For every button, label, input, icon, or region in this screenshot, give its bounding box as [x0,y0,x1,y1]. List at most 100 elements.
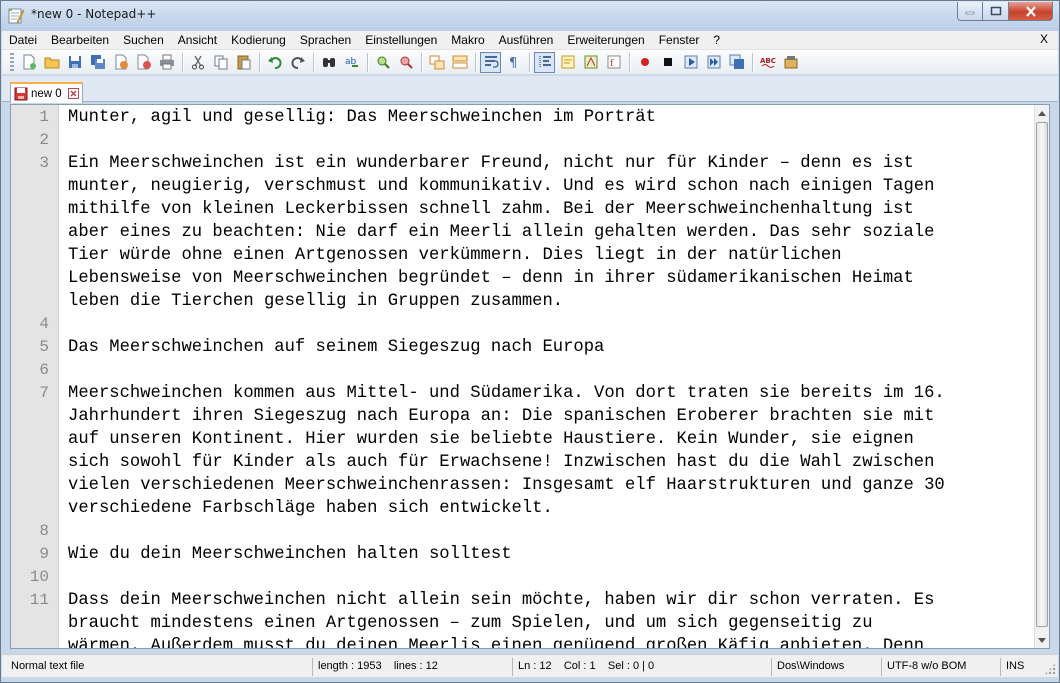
open-file-button[interactable] [41,52,62,73]
text-line[interactable]: aber eines zu beachten: Nie darf ein Mee… [59,221,1036,244]
cut-button[interactable] [187,52,208,73]
tab-new-0[interactable]: new 0 [10,82,83,103]
line-number: 3 [39,154,49,172]
scrollbar-thumb[interactable] [1036,122,1048,627]
line-number [11,428,58,451]
scroll-up-arrow[interactable] [1035,105,1049,121]
text-line[interactable] [59,520,1036,543]
menu-datei[interactable]: Datei [9,33,44,47]
plugin-icon [784,56,797,69]
sync-horizontal-button[interactable] [449,52,470,73]
print-button[interactable] [156,52,177,73]
tab-close-button[interactable] [67,88,79,99]
text-line[interactable]: Jahrhundert ihren Siegeszug nach Europa … [59,405,1036,428]
zoom-in-button[interactable] [372,52,393,73]
menu-kodierung[interactable]: Kodierung [224,33,293,47]
text-content[interactable]: Munter, agil und gesellig: Das Meerschwe… [59,105,1036,648]
line-number [11,635,58,648]
maximize-button[interactable] [983,2,1009,21]
text-line[interactable]: leben die Tierchen gesellig in Gruppen z… [59,290,1036,313]
line-number: 6 [39,361,49,379]
text-line[interactable]: Ein Meerschweinchen ist ein wunderbarer … [59,152,1036,175]
text-line[interactable] [59,129,1036,152]
menu-suchen[interactable]: Suchen [116,33,171,47]
function-list-button[interactable]: f [603,52,624,73]
line-number: 2 [39,131,49,149]
undo-icon [267,57,282,69]
text-line[interactable]: sich sowohl für Kinder als auch für Erwa… [59,451,1036,474]
text-line[interactable]: munter, neugierig, verschmust und kommun… [59,175,1036,198]
run-macro-multiple-button[interactable] [703,52,724,73]
close-document-button[interactable]: X [1040,32,1048,46]
text-line[interactable]: Dass dein Meerschweinchen nicht allein s… [59,589,1036,612]
menu-ansicht[interactable]: Ansicht [171,33,224,47]
text-line[interactable]: vielen verschiedenen Meerschweinchenrass… [59,474,1036,497]
word-wrap-button[interactable] [480,51,501,73]
save-button[interactable] [64,52,85,73]
text-line[interactable]: auf unseren Kontinent. Hier wurden sie b… [59,428,1036,451]
line-number: 5 [39,338,49,356]
text-line[interactable] [59,566,1036,589]
text-line[interactable]: wärmen. Außerdem musst du deinen Meerlis… [59,635,1036,648]
title-bar[interactable]: *new 0 - Notepad++ [1,1,1059,31]
new-file-button[interactable] [18,52,39,73]
menu-bearbeiten[interactable]: Bearbeiten [44,33,116,47]
menu-sprachen[interactable]: Sprachen [293,33,358,47]
chevron-down-icon [1038,637,1046,643]
line-number [11,405,58,428]
line-number: 11 [29,591,49,609]
plugin-button[interactable] [780,52,801,73]
find-button[interactable] [318,52,339,73]
scroll-down-arrow[interactable] [1035,632,1049,648]
indent-guide-button[interactable] [534,51,555,73]
copy-button[interactable] [210,52,231,73]
line-number: 10 [29,568,49,586]
close-file-button[interactable] [110,52,131,73]
menu-einstellungen[interactable]: Einstellungen [358,33,444,47]
save-macro-button[interactable] [726,52,747,73]
text-line[interactable]: verschiedene Farbschläge haben sich entw… [59,497,1036,520]
text-line[interactable]: Meerschweinchen kommen aus Mittel- und S… [59,382,1036,405]
close-all-button[interactable] [133,52,154,73]
notepad-plus-plus-icon [7,7,25,25]
redo-button[interactable] [287,52,308,73]
text-line[interactable]: Wie du dein Meerschweinchen halten sollt… [59,543,1036,566]
text-line[interactable]: braucht mindestens einen Artgenossen – z… [59,612,1036,635]
record-macro-button[interactable] [634,52,655,73]
doc-map-button[interactable] [580,52,601,73]
menu-ausfuehren[interactable]: Ausführen [492,33,561,47]
text-line[interactable]: mithilfe von kleinen Leckerbissen schnel… [59,198,1036,221]
text-line[interactable]: Lebensweise von Meerschweinchen begründe… [59,267,1036,290]
editor-area[interactable]: 1 2 3 4 5 6 7 8 9 10 11 Munter, agil und gesellig:… [10,104,1050,649]
menu-makro[interactable]: Makro [444,33,491,47]
toolbar-grip[interactable] [10,53,14,71]
status-encoding[interactable]: UTF-8 w/o BOM [881,658,999,676]
text-line[interactable] [59,359,1036,382]
text-line[interactable] [59,313,1036,336]
menu-erweiterungen[interactable]: Erweiterungen [560,33,651,47]
text-line[interactable]: Munter, agil und gesellig: Das Meerschwe… [59,106,1036,129]
text-line[interactable]: Das Meerschweinchen auf seinem Siegeszug… [59,336,1036,359]
save-all-button[interactable] [87,52,108,73]
save-macro-icon [729,54,744,69]
replace-button[interactable]: ab [341,52,362,73]
close-window-button[interactable] [1009,2,1053,21]
line-number [11,497,58,520]
sync-vertical-button[interactable] [426,52,447,73]
text-line[interactable]: Tier würde ohne einen Artgenossen verküm… [59,244,1036,267]
play-macro-button[interactable] [680,52,701,73]
menu-help[interactable]: ? [706,33,727,47]
line-number: 7 [39,384,49,402]
menu-fenster[interactable]: Fenster [652,33,707,47]
zoom-out-button[interactable] [395,52,416,73]
status-eol[interactable]: Dos\Windows [771,658,880,676]
undo-button[interactable] [264,52,285,73]
user-defined-language-button[interactable] [557,52,578,73]
spell-check-button[interactable]: ABC [757,52,778,73]
show-all-chars-button[interactable]: ¶ [503,52,524,73]
vertical-scrollbar[interactable] [1034,105,1049,648]
paste-button[interactable] [233,52,254,73]
stop-macro-button[interactable] [657,52,678,73]
resize-grip[interactable] [1044,663,1056,675]
minimize-button[interactable] [957,2,983,21]
